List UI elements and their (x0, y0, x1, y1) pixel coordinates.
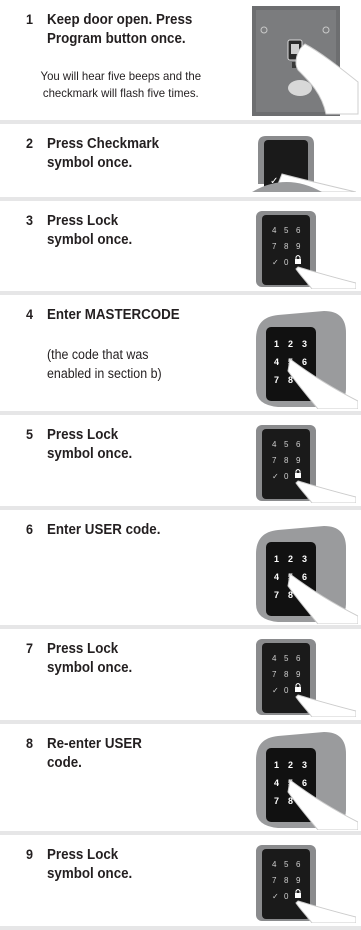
keypad-key: 4 (272, 226, 277, 235)
step-number: 1 (26, 11, 34, 27)
keypad-key: 7 (272, 670, 277, 679)
keypad-key: 0 (284, 472, 289, 481)
keypad-key: 2 (288, 554, 293, 564)
keypad-key: 6 (302, 778, 307, 788)
keypad-key: 8 (284, 670, 289, 679)
keypad-key: 6 (296, 226, 301, 235)
lock-keypad-illustration: 4 5 6 7 8 9 ✓ 0 (256, 211, 356, 289)
keypad-key: ✓ (272, 686, 279, 695)
step-number: 4 (26, 306, 34, 322)
step-number: 9 (26, 846, 34, 862)
step-4: 4 Enter MASTERCODE (the code that was en… (0, 295, 361, 411)
enter-code-illustration: 1 2 3 4 5 6 7 8 (256, 311, 358, 409)
step-title: Enter MASTERCODE (47, 307, 180, 323)
keypad-key: 5 (284, 226, 289, 235)
step-title: Re-enter USER code. (47, 736, 142, 771)
keypad-key: 2 (288, 760, 293, 770)
keypad-key: 9 (296, 670, 301, 679)
keypad-key: 0 (284, 258, 289, 267)
step-6: 6 Enter USER code. 1 2 3 4 5 6 7 8 (0, 510, 361, 625)
keypad-key: 6 (296, 440, 301, 449)
keypad-key: 4 (272, 440, 277, 449)
checkmark-press-illustration: ✓ (252, 136, 356, 192)
keypad-key: 3 (302, 339, 307, 349)
lock-keypad-illustration: 4 5 6 7 8 9 ✓ 0 (256, 639, 356, 717)
step-number: 7 (26, 640, 34, 656)
keypad-key: 3 (302, 760, 307, 770)
keypad-key: 4 (272, 860, 277, 869)
step-3: 3 Press Lock symbol once. 4 5 6 7 8 9 ✓ … (0, 201, 361, 291)
keypad-key: 7 (272, 456, 277, 465)
lock-icon (295, 259, 301, 264)
keypad-key: 1 (274, 339, 279, 349)
lock-icon (295, 893, 301, 898)
keypad-key: 9 (296, 876, 301, 885)
step-number: 2 (26, 135, 34, 151)
keypad-key: 9 (296, 456, 301, 465)
keypad-key: ✓ (272, 472, 279, 481)
step-2: 2 Press Checkmark symbol once. ✓ (0, 124, 361, 197)
step-number: 3 (26, 212, 34, 228)
step-5: 5 Press Lock symbol once. 4 5 6 7 8 9 ✓ … (0, 415, 361, 506)
keypad-key: 8 (284, 876, 289, 885)
keypad-key: 1 (274, 760, 279, 770)
step-1: 1 Keep door open. Press Program button o… (0, 0, 361, 120)
keypad-key: 0 (284, 686, 289, 695)
lock-keypad-illustration: 4 5 6 7 8 9 ✓ 0 (256, 425, 356, 503)
keypad-key: 7 (274, 375, 279, 385)
keypad-key: 3 (302, 554, 307, 564)
step-note: (the code that was enabled in section b) (47, 347, 162, 381)
keypad-key: 4 (274, 572, 279, 582)
keypad-key: 8 (284, 456, 289, 465)
instruction-page: 1 Keep door open. Press Program button o… (0, 0, 361, 930)
step-title: Press Lock symbol once. (47, 427, 133, 462)
step-title: Keep door open. Press Program button onc… (47, 12, 193, 47)
keypad-key: 6 (296, 860, 301, 869)
keypad-key: 5 (284, 860, 289, 869)
step-title: Press Lock symbol once. (47, 213, 133, 248)
keypad-key: 6 (296, 654, 301, 663)
step-number: 6 (26, 521, 34, 537)
lock-keypad-illustration: 4 5 6 7 8 9 ✓ 0 (256, 845, 356, 923)
step-7: 7 Press Lock symbol once. 4 5 6 7 8 9 ✓ … (0, 629, 361, 720)
keypad-key: 4 (274, 357, 279, 367)
step-title: Press Lock symbol once. (47, 641, 133, 676)
step-note: You will hear five beeps and the checkma… (40, 69, 202, 100)
keypad-key: 6 (302, 357, 307, 367)
keypad-key: 4 (272, 654, 277, 663)
keypad-key: 9 (296, 242, 301, 251)
enter-code-illustration: 1 2 3 4 5 6 7 8 (256, 732, 358, 830)
step-8: 8 Re-enter USER code. 1 2 3 4 5 6 7 8 (0, 724, 361, 831)
keypad-key: 7 (274, 590, 279, 600)
lock-icon (295, 687, 301, 692)
keypad-key: 7 (272, 242, 277, 251)
lock-icon (295, 473, 301, 478)
keypad-key: 4 (274, 778, 279, 788)
keypad-key: 1 (274, 554, 279, 564)
enter-code-illustration: 1 2 3 4 5 6 7 8 (256, 526, 358, 624)
step-9: 9 Press Lock symbol once. 4 5 6 7 8 9 ✓ … (0, 835, 361, 926)
keypad-key: 7 (272, 876, 277, 885)
keypad-key: 0 (284, 892, 289, 901)
step-title: Press Lock symbol once. (47, 847, 133, 882)
step-title: Press Checkmark symbol once. (47, 136, 159, 171)
keypad-key: 5 (284, 654, 289, 663)
keypad-key: 2 (288, 339, 293, 349)
keypad-key: 5 (284, 440, 289, 449)
program-button-illustration (252, 6, 359, 116)
keypad-key: ✓ (272, 892, 279, 901)
keypad-key: 8 (284, 242, 289, 251)
keypad-key: 7 (274, 796, 279, 806)
step-number: 5 (26, 426, 34, 442)
step-title: Enter USER code. (47, 522, 161, 538)
keypad-key: ✓ (272, 258, 279, 267)
step-number: 8 (26, 735, 34, 751)
keypad-key: 6 (302, 572, 307, 582)
